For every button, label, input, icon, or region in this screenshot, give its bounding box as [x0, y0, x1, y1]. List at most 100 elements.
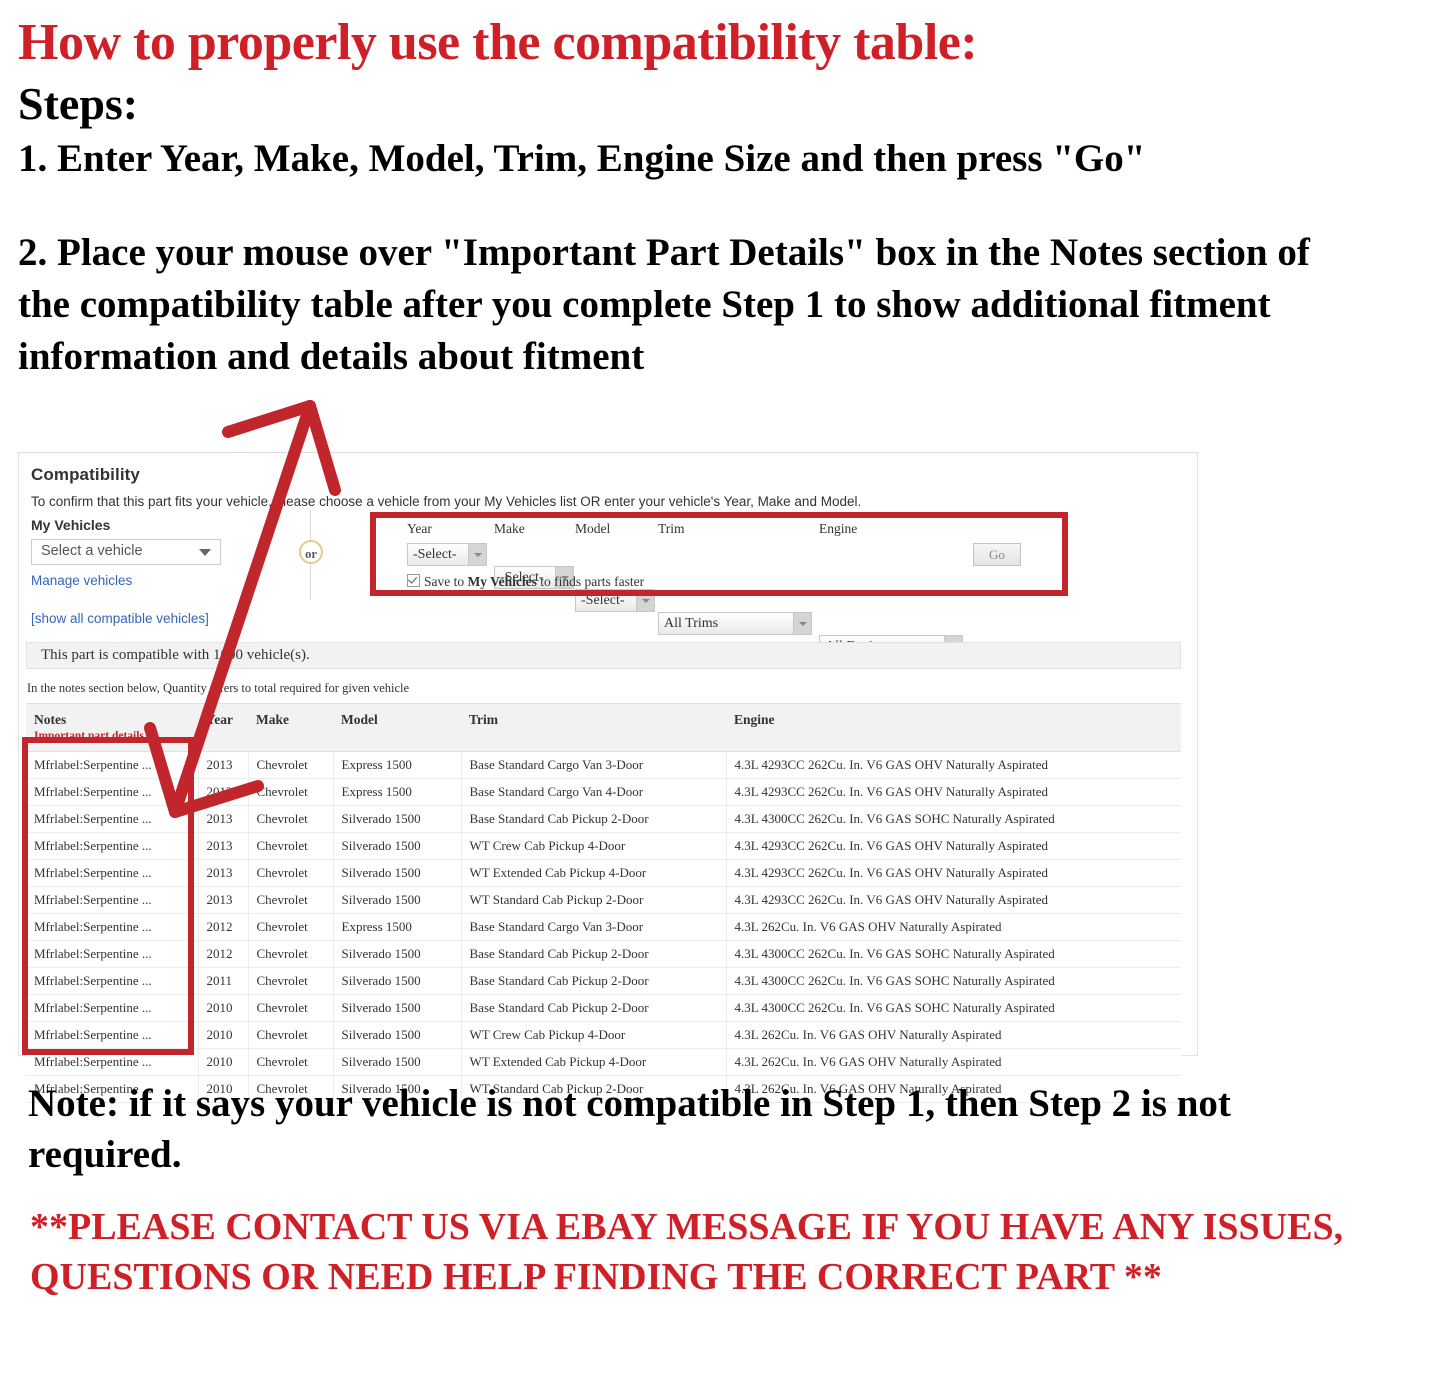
year-select[interactable]: -Select-	[407, 543, 487, 566]
instructions-block: How to properly use the compatibility ta…	[18, 14, 1418, 383]
vehicle-select[interactable]: Select a vehicle	[31, 539, 221, 565]
cell-notes[interactable]: Mfrlabel:Serpentine ...	[26, 832, 199, 860]
cell-model: Silverado 1500	[333, 967, 462, 995]
steps-label: Steps:	[18, 78, 139, 130]
table-row: Mfrlabel:Serpentine ... 2012 Chevrolet Expr…	[26, 913, 1181, 941]
table-row: Mfrlabel:Serpentine ... 2011 Chevrolet Silv…	[26, 967, 1181, 995]
model-label: Model	[575, 521, 611, 536]
column-header-notes: Notes Important part details	[26, 703, 198, 752]
cell-notes[interactable]: Mfrlabel:Serpentine ...	[26, 805, 199, 833]
cell-year: 2011	[198, 967, 249, 995]
cell-trim: WT Extended Cab Pickup 4-Door	[461, 859, 727, 887]
or-badge: or	[299, 540, 323, 564]
cell-notes[interactable]: Mfrlabel:Serpentine ...	[26, 859, 199, 887]
table-row: Mfrlabel:Serpentine ... 2013 Chevrolet Silv…	[26, 832, 1181, 860]
table-row: Mfrlabel:Serpentine ... 2012 Chevrolet Silv…	[26, 940, 1181, 968]
year-label: Year	[407, 521, 432, 536]
cell-make: Chevrolet	[248, 805, 334, 833]
chevron-down-icon	[636, 590, 654, 611]
contact-text: **PLEASE CONTACT US VIA EBAY MESSAGE IF …	[30, 1206, 1344, 1299]
cell-year: 2013	[198, 778, 249, 806]
cell-notes[interactable]: Mfrlabel:Serpentine ...	[26, 994, 199, 1022]
compatibility-header: Compatibility To confirm that this part …	[19, 453, 1197, 509]
cell-year: 2013	[198, 859, 249, 887]
cell-trim: WT Standard Cab Pickup 2-Door	[461, 886, 727, 914]
cell-make: Chevrolet	[248, 913, 334, 941]
chevron-down-icon	[199, 549, 211, 556]
cell-make: Chevrolet	[248, 1048, 334, 1076]
column-header-notes-sub: Important part details	[34, 730, 144, 742]
go-button[interactable]: Go	[973, 543, 1021, 566]
column-header-make: Make	[248, 703, 333, 752]
cell-notes[interactable]: Mfrlabel:Serpentine ...	[26, 778, 199, 806]
manage-vehicles-link[interactable]: Manage vehicles	[31, 573, 132, 588]
cell-trim: WT Crew Cab Pickup 4-Door	[461, 1021, 727, 1049]
column-header-engine: Engine	[726, 703, 1181, 752]
trim-select-value: All Trims	[664, 616, 719, 631]
step-1-text: 1. Enter Year, Make, Model, Trim, Engine…	[18, 137, 1146, 181]
cell-model: Silverado 1500	[333, 994, 462, 1022]
vehicle-select-value: Select a vehicle	[41, 543, 143, 559]
cell-year: 2013	[198, 805, 249, 833]
page-title: How to properly use the compatibility ta…	[18, 14, 978, 71]
column-header-year: Year	[198, 703, 248, 752]
cell-model: Silverado 1500	[333, 886, 462, 914]
cell-model: Silverado 1500	[333, 940, 462, 968]
cell-model: Silverado 1500	[333, 832, 462, 860]
cell-year: 2012	[198, 940, 249, 968]
save-to-my-vehicles-row[interactable]: Save to My Vehicles to finds parts faste…	[407, 574, 644, 590]
or-separator: or	[294, 510, 328, 600]
compatibility-title: Compatibility	[31, 465, 140, 484]
save-suffix: to finds parts faster	[536, 574, 645, 589]
cell-engine: 4.3L 4293CC 262Cu. In. V6 GAS OHV Natura…	[726, 859, 1181, 887]
cell-engine: 4.3L 4300CC 262Cu. In. V6 GAS SOHC Natur…	[726, 994, 1181, 1022]
cell-engine: 4.3L 4293CC 262Cu. In. V6 GAS OHV Natura…	[726, 778, 1181, 806]
cell-trim: Base Standard Cargo Van 4-Door	[461, 778, 727, 806]
table-row: Mfrlabel:Serpentine ... 2013 Chevrolet Silv…	[26, 886, 1181, 914]
chevron-down-icon	[793, 613, 811, 634]
year-select-value: -Select-	[413, 547, 457, 562]
cell-notes[interactable]: Mfrlabel:Serpentine ...	[26, 940, 199, 968]
cell-make: Chevrolet	[248, 994, 334, 1022]
table-row: Mfrlabel:Serpentine ... 2010 Chevrolet Silv…	[26, 1048, 1181, 1076]
cell-model: Express 1500	[333, 751, 462, 779]
cell-engine: 4.3L 4300CC 262Cu. In. V6 GAS SOHC Natur…	[726, 940, 1181, 968]
cell-model: Silverado 1500	[333, 805, 462, 833]
cell-notes[interactable]: Mfrlabel:Serpentine ...	[26, 751, 199, 779]
engine-label: Engine	[819, 521, 858, 536]
cell-make: Chevrolet	[248, 832, 334, 860]
cell-year: 2010	[198, 1021, 249, 1049]
table-row: Mfrlabel:Serpentine ... 2013 Chevrolet Expr…	[26, 751, 1181, 779]
cell-notes[interactable]: Mfrlabel:Serpentine ...	[26, 913, 199, 941]
cell-make: Chevrolet	[248, 1021, 334, 1049]
cell-trim: Base Standard Cab Pickup 2-Door	[461, 994, 727, 1022]
table-row: Mfrlabel:Serpentine ... 2013 Chevrolet Silv…	[26, 805, 1181, 833]
cell-notes[interactable]: Mfrlabel:Serpentine ...	[26, 1021, 199, 1049]
step-2-text: 2. Place your mouse over "Important Part…	[18, 231, 1310, 378]
cell-notes[interactable]: Mfrlabel:Serpentine ...	[26, 967, 199, 995]
trim-select[interactable]: All Trims	[658, 612, 812, 635]
quantity-note: In the notes section below, Quantity ref…	[27, 681, 410, 695]
cell-year: 2012	[198, 913, 249, 941]
cell-trim: Base Standard Cargo Van 3-Door	[461, 751, 727, 779]
model-select[interactable]: -Select-	[575, 589, 655, 612]
make-label: Make	[494, 521, 525, 536]
cell-notes[interactable]: Mfrlabel:Serpentine ...	[26, 886, 199, 914]
cell-year: 2013	[198, 751, 249, 779]
cell-trim: WT Extended Cab Pickup 4-Door	[461, 1048, 727, 1076]
show-all-compatible-vehicles-link[interactable]: [show all compatible vehicles]	[31, 611, 209, 626]
cell-make: Chevrolet	[248, 967, 334, 995]
save-checkbox[interactable]	[407, 574, 420, 587]
cell-engine: 4.3L 262Cu. In. V6 GAS OHV Naturally Asp…	[726, 913, 1181, 941]
fitment-table-body: Mfrlabel:Serpentine ... 2013 Chevrolet Expr…	[26, 751, 1181, 1103]
table-header-row: Notes Important part details Year Make M…	[26, 703, 1181, 752]
cell-engine: 4.3L 4293CC 262Cu. In. V6 GAS OHV Natura…	[726, 886, 1181, 914]
my-vehicles-label: My Vehicles	[31, 517, 111, 533]
model-select-value: -Select-	[581, 593, 625, 608]
cell-trim: Base Standard Cab Pickup 2-Door	[461, 805, 727, 833]
cell-make: Chevrolet	[248, 778, 334, 806]
cell-model: Express 1500	[333, 778, 462, 806]
table-row: Mfrlabel:Serpentine ... 2010 Chevrolet Silv…	[26, 994, 1181, 1022]
fitment-table: Notes Important part details Year Make M…	[26, 703, 1181, 1103]
cell-notes[interactable]: Mfrlabel:Serpentine ...	[26, 1048, 199, 1076]
